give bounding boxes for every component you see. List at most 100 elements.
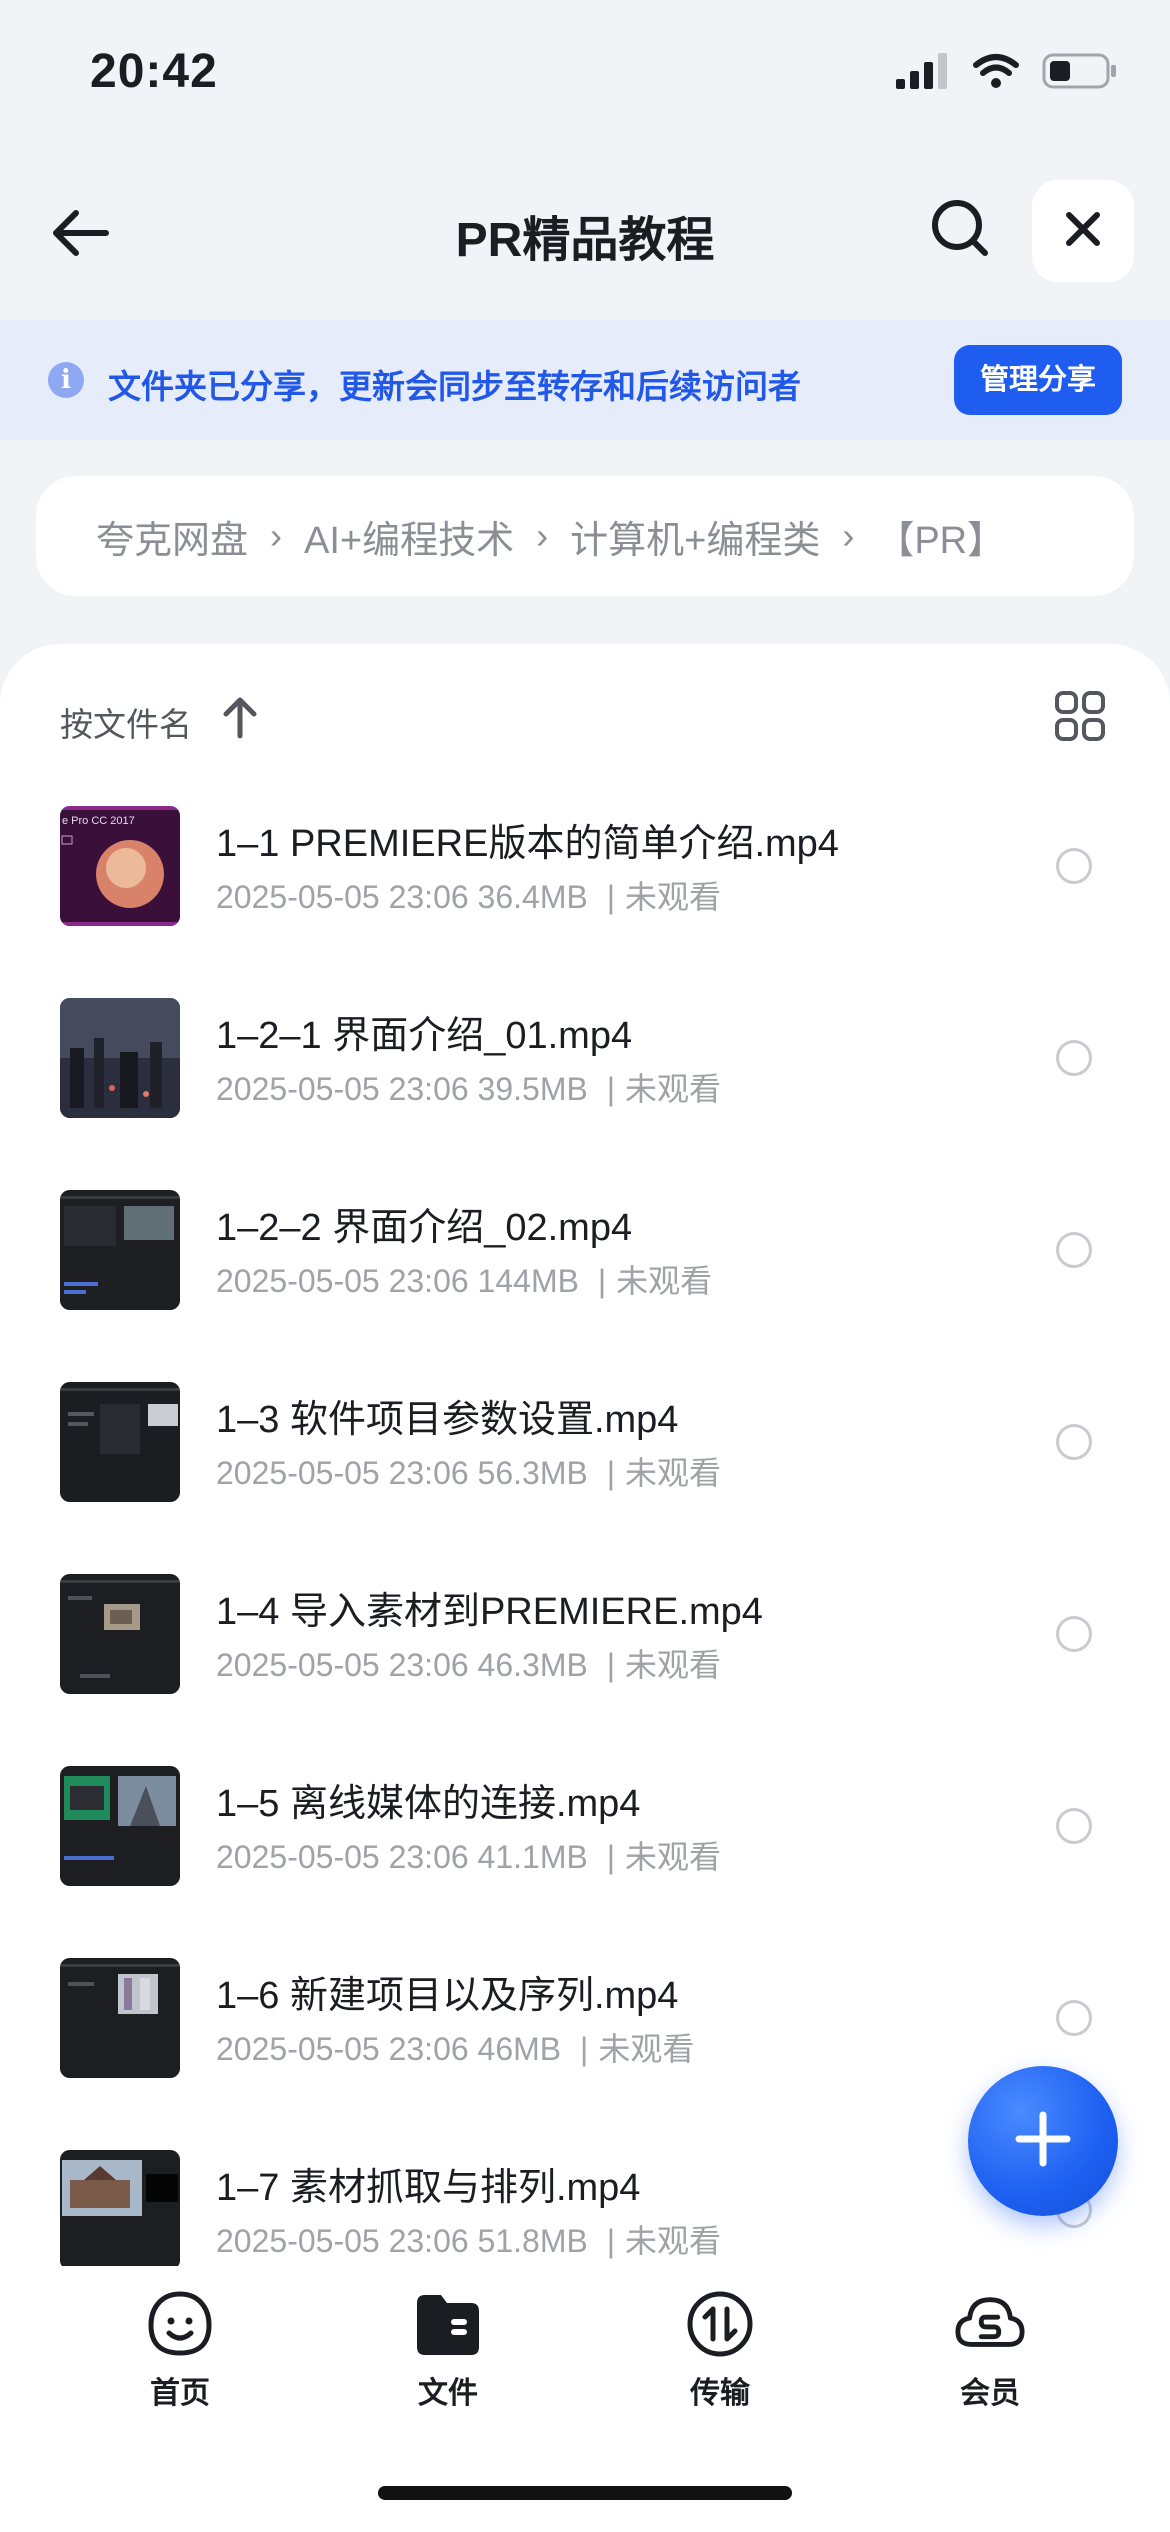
wifi-icon [972,53,1020,94]
file-name: 1–2–2 界面介绍_02.mp4 [216,1207,633,1249]
add-button[interactable] [968,2066,1118,2216]
watch-status: 未观看 [625,1839,722,1875]
folder-icon [412,2288,484,2360]
tab-files[interactable]: 文件 [368,2288,528,2418]
tab-member[interactable]: 会员 [910,2288,1070,2418]
select-checkbox[interactable] [1056,2000,1092,2036]
file-size: 56.3MB [477,1455,588,1491]
file-meta: 2025-05-05 23:06 51.8MB | 未观看 [216,2216,721,2262]
home-indicator[interactable] [378,2486,792,2500]
file-size: 144MB [477,1263,579,1299]
member-cloud-icon [954,2288,1026,2360]
watch-status: 未观看 [625,1647,722,1683]
meta-separator: | [597,1263,607,1299]
file-date: 2025-05-05 23:06 [216,2223,469,2259]
file-date: 2025-05-05 23:06 [216,2031,469,2067]
status-icons [896,52,1118,95]
select-checkbox[interactable] [1056,1040,1092,1076]
smiley-home-icon [144,2288,216,2360]
file-date: 2025-05-05 23:06 [216,1263,469,1299]
watch-status: 未观看 [625,879,722,915]
file-name: 1–2–1 界面介绍_01.mp4 [216,1015,633,1057]
tab-label: 文件 [418,2377,478,2410]
file-name: 1–5 离线媒体的连接.mp4 [216,1783,641,1825]
select-checkbox[interactable] [1056,848,1092,884]
file-row[interactable]: 1–2–1 界面介绍_01.mp4 2025-05-05 23:06 39.5M… [0,998,1170,1190]
share-notice-text: 文件夹已分享，更新会同步至转存和后续访问者 [108,368,801,405]
watch-status: 未观看 [598,2031,695,2067]
file-size: 36.4MB [477,879,588,915]
watch-status: 未观看 [625,1071,722,1107]
grid-view-icon [1054,690,1106,747]
file-name: 1–3 软件项目参数设置.mp4 [216,1399,679,1441]
file-meta: 2025-05-05 23:06 46.3MB | 未观看 [216,1640,721,1686]
grid-view-button[interactable] [1050,688,1110,748]
select-checkbox[interactable] [1056,1616,1092,1652]
meta-separator: | [606,879,616,915]
info-icon: i [48,362,84,398]
video-thumbnail [60,1958,180,2078]
file-date: 2025-05-05 23:06 [216,1647,469,1683]
video-thumbnail [60,1190,180,1310]
signal-bars-icon [896,53,950,94]
watch-status: 未观看 [625,1455,722,1491]
select-checkbox[interactable] [1056,1232,1092,1268]
meta-separator: | [606,1647,616,1683]
meta-separator: | [580,2031,589,2067]
file-date: 2025-05-05 23:06 [216,879,469,915]
select-checkbox[interactable] [1056,1808,1092,1844]
tab-transfer[interactable]: 传输 [640,2288,800,2418]
search-button[interactable] [920,190,1000,270]
file-meta: 2025-05-05 23:06 39.5MB | 未观看 [216,1064,721,1110]
meta-separator: | [606,2223,616,2259]
file-row[interactable]: 1–5 离线媒体的连接.mp4 2025-05-05 23:06 41.1MB … [0,1766,1170,1958]
file-size: 46MB [477,2031,562,2067]
video-thumbnail: e Pro CC 2017 [60,806,180,926]
transfer-icon [684,2288,756,2360]
file-date: 2025-05-05 23:06 [216,1455,469,1491]
video-thumbnail [60,1574,180,1694]
breadcrumb-item-current[interactable]: 【PR】 [876,509,1005,564]
file-date: 2025-05-05 23:06 [216,1839,469,1875]
tab-label: 首页 [150,2377,210,2410]
sort-by-name-button[interactable]: 按文件名 [60,698,192,746]
manage-share-button[interactable]: 管理分享 [954,345,1122,415]
close-icon [1064,210,1102,253]
file-date: 2025-05-05 23:06 [216,1071,469,1107]
video-thumbnail [60,2150,180,2270]
file-size: 39.5MB [477,1071,588,1107]
close-button[interactable] [1032,180,1134,282]
breadcrumb-item[interactable]: AI+编程技术 [304,509,514,564]
status-bar: 20:42 [0,0,1170,150]
tab-label: 传输 [690,2377,750,2410]
select-checkbox[interactable] [1056,1424,1092,1460]
file-meta: 2025-05-05 23:06 36.4MB | 未观看 [216,872,721,918]
video-thumbnail [60,1382,180,1502]
file-size: 51.8MB [477,2223,588,2259]
file-meta: 2025-05-05 23:06 41.1MB | 未观看 [216,1832,721,1878]
breadcrumb-separator: › [270,515,283,556]
file-row[interactable]: e Pro CC 2017 1–1 PREMIERE版本的简单介绍.mp4 20… [0,806,1170,998]
file-size: 46.3MB [477,1647,588,1683]
file-panel: 按文件名 e Pro CC 2017 1–1 PREMIERE版本的简单介绍.m… [0,644,1170,2532]
file-name: 1–4 导入素材到PREMIERE.mp4 [216,1591,763,1633]
file-meta: 2025-05-05 23:06 144MB | 未观看 [216,1256,712,1302]
thumbnail-caption: e Pro CC 2017 [62,815,135,827]
file-row[interactable]: 1–4 导入素材到PREMIERE.mp4 2025-05-05 23:06 4… [0,1574,1170,1766]
file-name: 1–1 PREMIERE版本的简单介绍.mp4 [216,823,839,865]
file-row[interactable]: 1–2–2 界面介绍_02.mp4 2025-05-05 23:06 144MB… [0,1190,1170,1382]
meta-separator: | [606,1071,616,1107]
breadcrumb-separator: › [536,515,549,556]
tab-label: 会员 [960,2377,1020,2410]
breadcrumb-item[interactable]: 夸克网盘 [96,509,248,564]
battery-icon [1042,52,1118,95]
video-thumbnail [60,998,180,1118]
tab-home[interactable]: 首页 [100,2288,260,2418]
file-meta: 2025-05-05 23:06 56.3MB | 未观看 [216,1448,721,1494]
file-size: 41.1MB [477,1839,588,1875]
arrow-up-icon[interactable] [220,694,260,747]
breadcrumb-item[interactable]: 计算机+编程类 [570,509,820,564]
file-row[interactable]: 1–3 软件项目参数设置.mp4 2025-05-05 23:06 56.3MB… [0,1382,1170,1574]
watch-status: 未观看 [625,2223,722,2259]
sort-row: 按文件名 [60,688,1110,748]
